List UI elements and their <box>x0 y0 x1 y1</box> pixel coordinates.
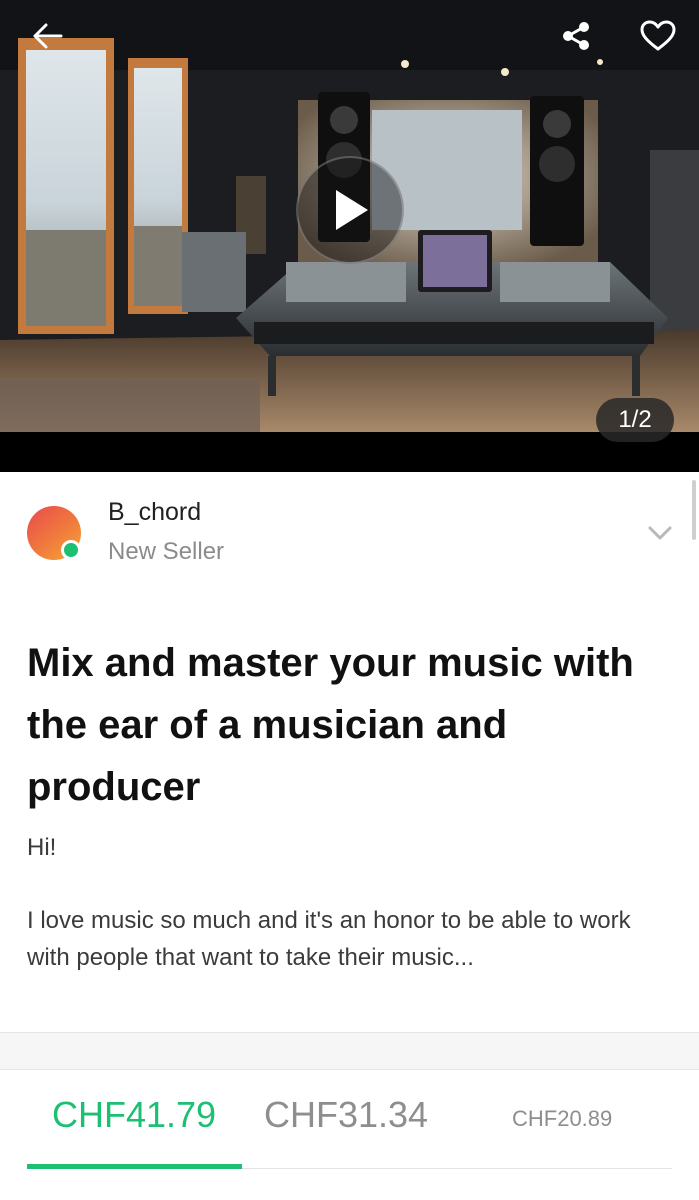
share-button[interactable] <box>552 14 600 58</box>
expand-seller-button[interactable] <box>640 518 680 548</box>
back-button[interactable] <box>24 14 72 58</box>
favorite-button[interactable] <box>634 14 682 58</box>
gig-title: Mix and master your music with the ear o… <box>27 641 634 809</box>
gig-description-greeting: Hi! <box>27 834 57 861</box>
gig-description[interactable]: I love music so much and it's an honor t… <box>27 902 667 976</box>
seller-row[interactable]: B_chord New Seller <box>0 472 699 592</box>
active-tab-indicator <box>27 1164 242 1169</box>
seller-name[interactable]: B_chord <box>108 498 201 527</box>
package-price-tabs: CHF41.79 CHF31.34 CHF20.89 <box>0 1070 699 1200</box>
chevron-down-icon <box>648 526 672 540</box>
tab-package-basic[interactable]: CHF41.79 <box>52 1094 216 1136</box>
media-bottom-bar <box>0 432 699 472</box>
section-divider <box>0 1032 699 1070</box>
play-video-button[interactable] <box>296 156 404 264</box>
tab-package-premium[interactable]: CHF20.89 <box>512 1106 612 1132</box>
heart-outline-icon <box>640 20 676 51</box>
arrow-left-icon <box>33 23 63 49</box>
online-status-dot <box>61 540 81 560</box>
tab-package-standard[interactable]: CHF31.34 <box>264 1094 428 1136</box>
media-page-counter: 1/2 <box>596 398 674 442</box>
gig-media-gallery[interactable]: 1/2 <box>0 0 699 472</box>
seller-level: New Seller <box>108 538 225 565</box>
share-icon <box>563 22 589 50</box>
play-icon <box>336 190 368 230</box>
